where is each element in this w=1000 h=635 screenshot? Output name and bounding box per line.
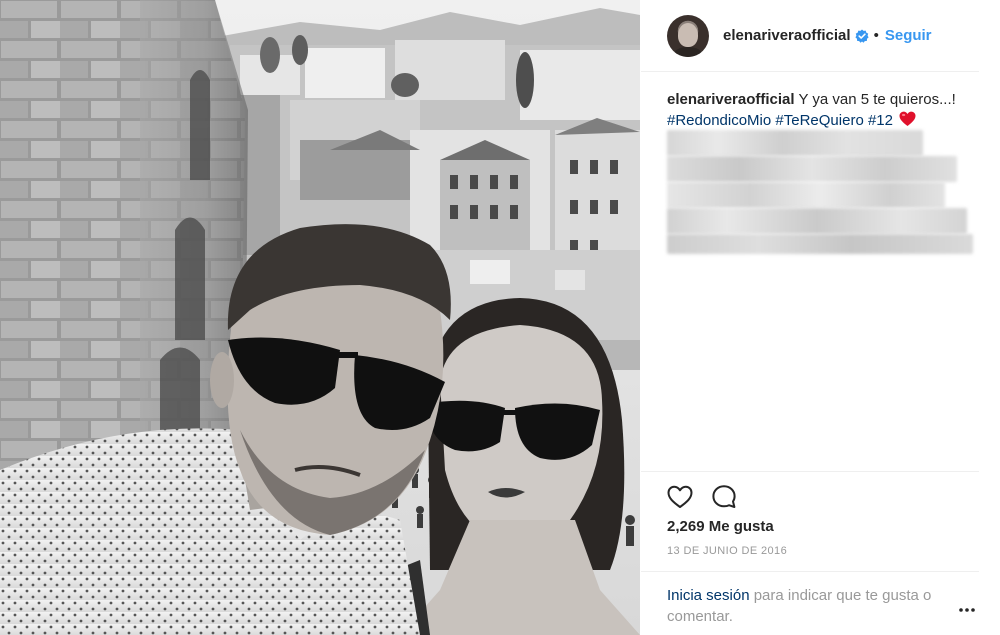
- header-separator: •: [873, 27, 879, 44]
- login-prompt: Inicia sesión para indicar que te gusta …: [667, 585, 957, 627]
- divider: [641, 571, 979, 572]
- more-options-icon: [959, 608, 975, 612]
- action-bar: [667, 484, 737, 510]
- avatar[interactable]: [667, 14, 709, 57]
- blurred-comments: [667, 130, 977, 256]
- hashtag-link[interactable]: #12: [868, 112, 893, 129]
- red-heart-icon: [899, 111, 916, 127]
- login-link[interactable]: Inicia sesión: [667, 587, 750, 604]
- follow-button[interactable]: Seguir: [885, 27, 932, 44]
- post-caption: elenariveraofficial Y ya van 5 te quiero…: [667, 89, 979, 131]
- likes-count[interactable]: 2,269 Me gusta: [667, 518, 774, 535]
- comment-bubble-icon: [712, 485, 736, 508]
- caption-username[interactable]: elenariveraofficial: [667, 91, 795, 108]
- selfie-photo-illustration: [0, 0, 640, 635]
- post-date: 13 DE JUNIO DE 2016: [667, 545, 788, 557]
- verified-badge-icon: [854, 29, 869, 43]
- comment-button[interactable]: [711, 484, 737, 510]
- header-username[interactable]: elenariveraofficial: [723, 27, 851, 44]
- likes-label: Me gusta: [708, 518, 774, 535]
- divider: [641, 471, 979, 472]
- post-side-panel: elenariveraofficial • Seguir elenarivera…: [641, 0, 1000, 635]
- hashtag-link[interactable]: #TeReQuiero: [775, 112, 863, 129]
- more-options-button[interactable]: [955, 600, 979, 620]
- caption-text: Y ya van 5 te quieros...!: [798, 91, 956, 108]
- like-button[interactable]: [667, 484, 693, 510]
- heart-outline-icon: [667, 485, 693, 508]
- likes-number: 2,269: [667, 518, 705, 535]
- post-photo: [0, 0, 640, 635]
- post-header: elenariveraofficial • Seguir: [641, 0, 979, 72]
- hashtag-link[interactable]: #RedondicoMio: [667, 112, 771, 129]
